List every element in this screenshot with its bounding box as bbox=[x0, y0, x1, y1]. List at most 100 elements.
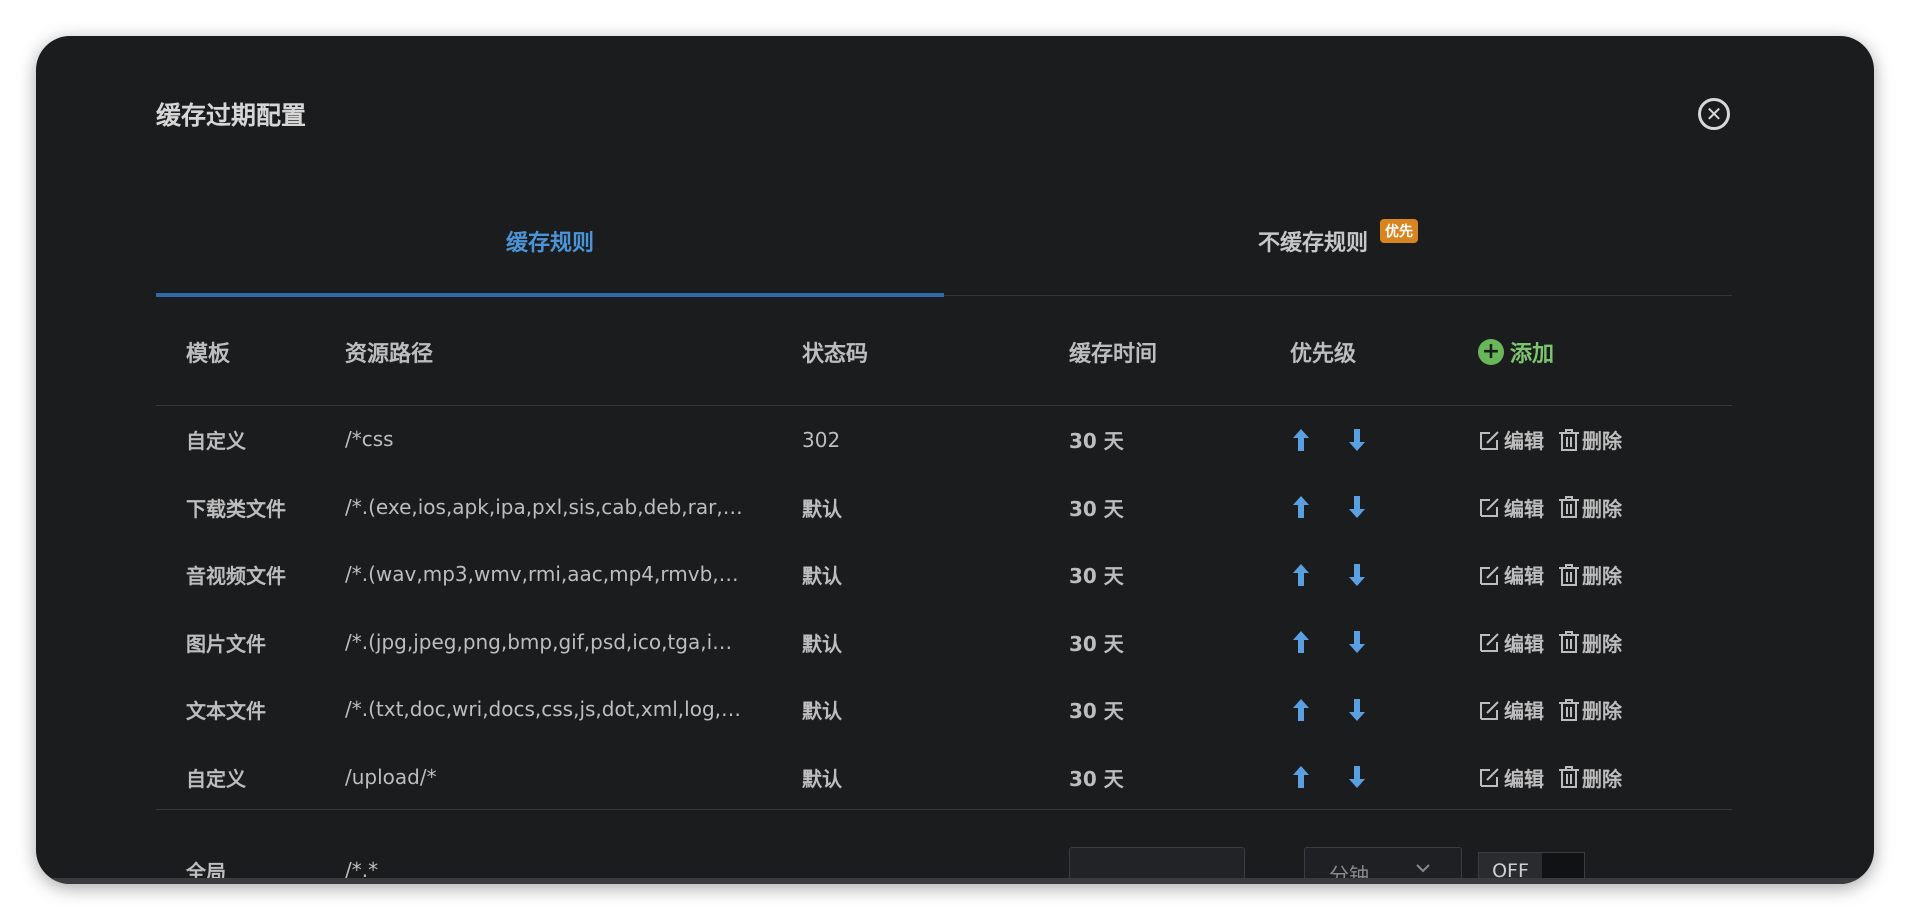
row-template: 文本文件 bbox=[186, 699, 266, 724]
row-time: 30 天 bbox=[1069, 564, 1124, 589]
arrow-up-icon[interactable] bbox=[1290, 562, 1312, 588]
table-row: 音视频文件 /*.(wav,mp3,wmv,rmi,aac,mp4,rmvb,m… bbox=[156, 541, 1732, 609]
chevron-down-icon bbox=[1416, 864, 1430, 873]
global-label: 全局 bbox=[186, 859, 226, 884]
row-path-text: /*css bbox=[345, 427, 394, 451]
edit-label: 编辑 bbox=[1504, 564, 1544, 589]
edit-button[interactable]: 编辑 bbox=[1478, 628, 1544, 657]
close-icon[interactable]: ✕ bbox=[1698, 98, 1730, 130]
add-rule-button[interactable]: + 添加 bbox=[1478, 298, 1554, 406]
arrow-up-icon[interactable] bbox=[1290, 629, 1312, 655]
table-header: 模板 资源路径 状态码 缓存时间 优先级 + 添加 bbox=[156, 298, 1732, 406]
row-priority bbox=[1290, 474, 1368, 542]
tab-no-cache-rules[interactable]: 不缓存规则 优先 bbox=[944, 186, 1732, 296]
edit-icon bbox=[1480, 768, 1499, 788]
dialog-title: 缓存过期配置 bbox=[156, 101, 307, 130]
delete-label: 删除 bbox=[1582, 766, 1622, 791]
row-path-text: /*.(jpg,jpeg,png,bmp,gif,psd,ico,tga,imb… bbox=[345, 629, 745, 654]
trash-icon bbox=[1559, 698, 1579, 721]
table-row: 自定义 /upload/* 默认 30 天 编辑 删除 bbox=[156, 744, 1732, 812]
edit-icon bbox=[1480, 498, 1499, 518]
row-path: /*.(txt,doc,wri,docs,css,js,dot,xml,log,… bbox=[345, 676, 745, 744]
header-priority: 优先级 bbox=[1290, 342, 1357, 367]
delete-button[interactable]: 删除 bbox=[1558, 560, 1622, 589]
trash-icon bbox=[1559, 428, 1579, 451]
row-priority bbox=[1290, 609, 1368, 677]
trash-icon bbox=[1559, 563, 1579, 586]
arrow-down-icon[interactable] bbox=[1346, 494, 1368, 520]
arrow-up-icon[interactable] bbox=[1290, 764, 1312, 790]
edit-button[interactable]: 编辑 bbox=[1478, 493, 1544, 522]
row-template: 自定义 bbox=[186, 766, 246, 791]
edit-button[interactable]: 编辑 bbox=[1478, 763, 1544, 792]
edit-button[interactable]: 编辑 bbox=[1478, 425, 1544, 454]
row-path-text: /*.(wav,mp3,wmv,rmi,aac,mp4,rmvb,mk… bbox=[345, 562, 745, 586]
row-actions: 编辑 删除 bbox=[1478, 474, 1636, 542]
row-actions: 编辑 删除 bbox=[1478, 744, 1636, 812]
row-priority bbox=[1290, 676, 1368, 744]
row-status: 默认 bbox=[802, 766, 842, 791]
edit-label: 编辑 bbox=[1504, 699, 1544, 724]
table-row: 下载类文件 /*.(exe,ios,apk,ipa,pxl,sis,cab,de… bbox=[156, 474, 1732, 542]
rules-table: 模板 资源路径 状态码 缓存时间 优先级 + 添加 自定义 /*css 302 … bbox=[156, 298, 1732, 884]
edit-label: 编辑 bbox=[1504, 429, 1544, 454]
delete-button[interactable]: 删除 bbox=[1558, 493, 1622, 522]
edit-icon bbox=[1480, 701, 1499, 720]
row-time: 30 天 bbox=[1069, 496, 1124, 521]
header-cache-time: 缓存时间 bbox=[1069, 342, 1158, 367]
arrow-up-icon[interactable] bbox=[1290, 494, 1312, 520]
cache-expiry-dialog: 缓存过期配置 ✕ 缓存规则 不缓存规则 优先 模板 资源路径 状态码 缓存时间 … bbox=[36, 36, 1874, 884]
edit-label: 编辑 bbox=[1504, 766, 1544, 791]
arrow-down-icon[interactable] bbox=[1346, 427, 1368, 453]
row-status: 默认 bbox=[802, 564, 842, 589]
arrow-up-icon[interactable] bbox=[1290, 427, 1312, 453]
row-path: /*css bbox=[345, 406, 745, 474]
edit-icon bbox=[1480, 566, 1499, 585]
row-time: 30 天 bbox=[1069, 766, 1124, 791]
arrow-down-icon[interactable] bbox=[1346, 562, 1368, 588]
row-priority bbox=[1290, 744, 1368, 812]
row-status: 默认 bbox=[802, 631, 842, 656]
tab-label: 缓存规则 bbox=[505, 231, 594, 256]
tab-label: 不缓存规则 bbox=[1257, 231, 1368, 256]
row-path: /*.(exe,ios,apk,ipa,pxl,sis,cab,deb,rar,… bbox=[345, 474, 745, 542]
delete-label: 删除 bbox=[1582, 631, 1622, 656]
delete-button[interactable]: 删除 bbox=[1558, 425, 1622, 454]
row-path-text: /upload/* bbox=[345, 764, 437, 789]
row-time: 30 天 bbox=[1069, 631, 1124, 656]
trash-icon bbox=[1559, 766, 1579, 789]
arrow-down-icon[interactable] bbox=[1346, 697, 1368, 723]
row-path: /*.(jpg,jpeg,png,bmp,gif,psd,ico,tga,imb… bbox=[345, 609, 745, 677]
delete-label: 删除 bbox=[1582, 496, 1622, 521]
row-path-text: /*.(exe,ios,apk,ipa,pxl,sis,cab,deb,rar,… bbox=[345, 494, 745, 519]
delete-button[interactable]: 删除 bbox=[1558, 763, 1622, 792]
add-label: 添加 bbox=[1510, 342, 1555, 367]
arrow-up-icon[interactable] bbox=[1290, 697, 1312, 723]
row-template: 音视频文件 bbox=[186, 564, 286, 589]
row-status: 302 bbox=[802, 427, 841, 452]
edit-icon bbox=[1480, 431, 1499, 450]
row-actions: 编辑 删除 bbox=[1478, 676, 1636, 744]
row-status: 默认 bbox=[802, 699, 842, 724]
header-template: 模板 bbox=[186, 342, 231, 367]
row-actions: 编辑 删除 bbox=[1478, 406, 1636, 474]
plus-circle-icon: + bbox=[1478, 339, 1504, 365]
row-path: /upload/* bbox=[345, 744, 745, 812]
delete-label: 删除 bbox=[1582, 699, 1622, 724]
delete-button[interactable]: 删除 bbox=[1558, 695, 1622, 724]
arrow-down-icon[interactable] bbox=[1346, 629, 1368, 655]
tab-cache-rules[interactable]: 缓存规则 bbox=[156, 186, 944, 297]
row-actions: 编辑 删除 bbox=[1478, 609, 1636, 677]
delete-label: 删除 bbox=[1582, 429, 1622, 454]
row-template: 自定义 bbox=[186, 429, 246, 454]
delete-label: 删除 bbox=[1582, 564, 1622, 589]
delete-button[interactable]: 删除 bbox=[1558, 628, 1622, 657]
arrow-down-icon[interactable] bbox=[1346, 764, 1368, 790]
row-priority bbox=[1290, 406, 1368, 474]
row-path: /*.(wav,mp3,wmv,rmi,aac,mp4,rmvb,mk… bbox=[345, 541, 745, 609]
edit-button[interactable]: 编辑 bbox=[1478, 695, 1544, 724]
global-rule-row: 全局 /*.* 分钟 OFF bbox=[156, 810, 1732, 884]
edit-icon bbox=[1480, 633, 1499, 653]
row-template: 图片文件 bbox=[186, 631, 266, 656]
edit-button[interactable]: 编辑 bbox=[1478, 560, 1544, 589]
